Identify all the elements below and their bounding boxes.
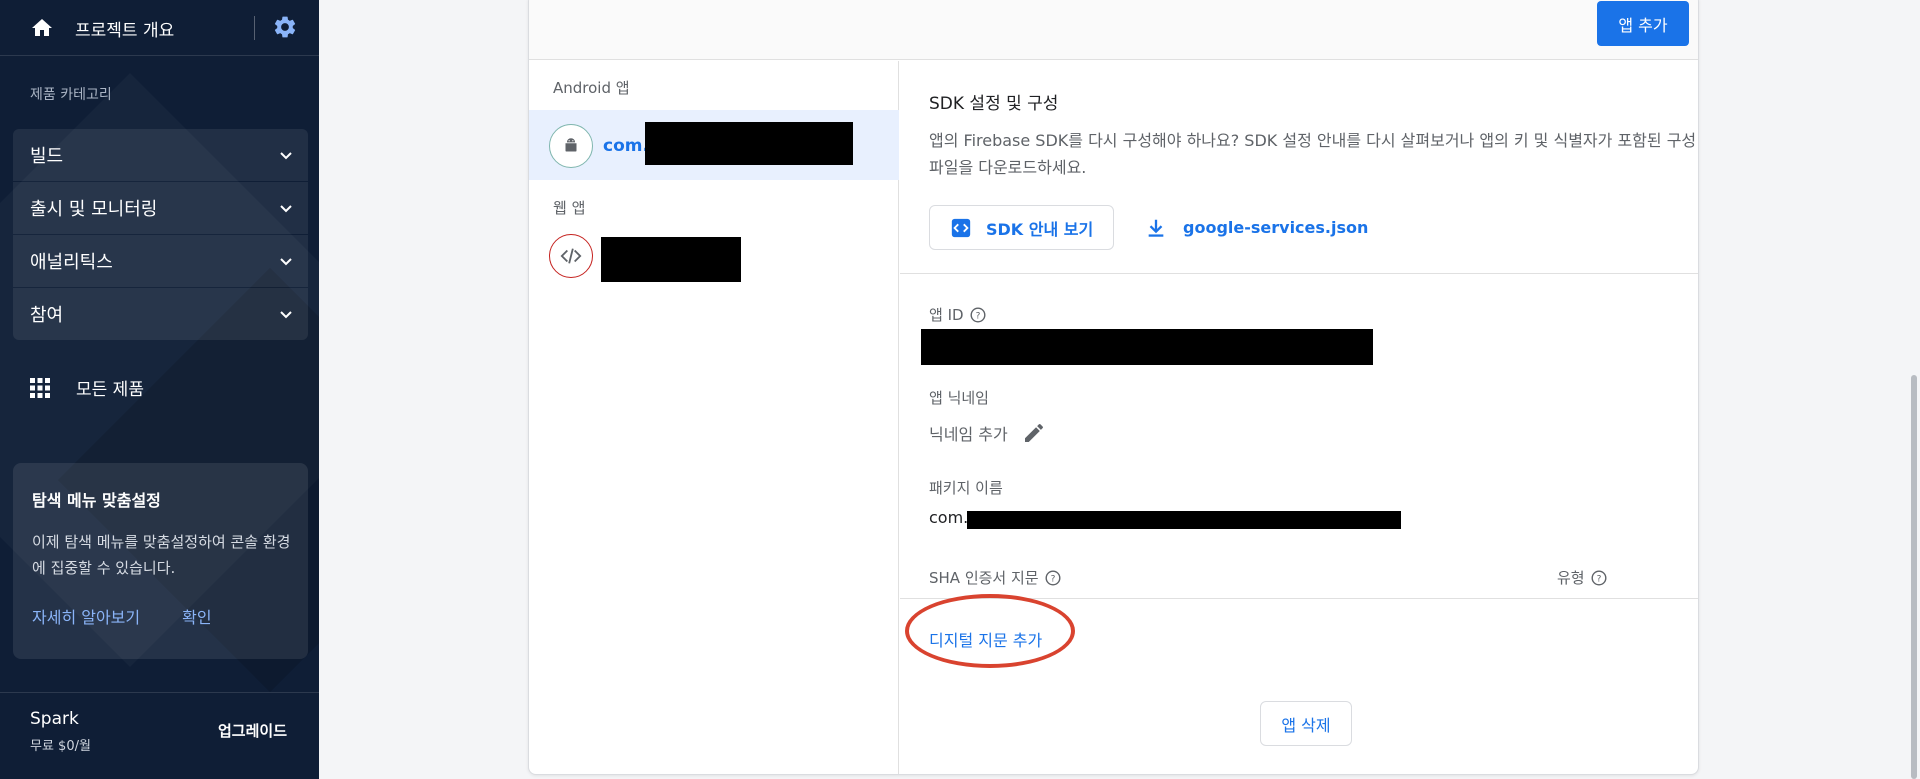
web-section-label: 웹 앱 [553,199,586,217]
redacted-block [601,237,741,282]
nav-item-label: 빌드 [30,146,64,167]
redacted-package [967,511,1401,529]
svg-text:?: ? [1050,574,1055,584]
all-products-link[interactable]: 모든 제품 [28,375,144,400]
app-details: SDK 설정 및 구성 앱의 Firebase SDK를 다시 구성해야 하나요… [900,61,1698,774]
type-label-text: 유형 [1557,569,1585,587]
redacted-app-id [921,329,1373,365]
category-label: 제품 카테고리 [30,87,112,103]
sha-label-text: SHA 인증서 지문 [929,569,1039,587]
nav-item-label: 참여 [30,305,64,326]
app-settings-card: 앱 추가 Android 앱 com.a 웹 앱 SDK 설정 및 구성 앱의 … [528,0,1699,775]
code-icon [951,218,971,237]
promo-text: 이제 탐색 메뉴를 맞춤설정하여 콘솔 환경에 집중할 수 있습니다. [32,533,291,577]
sidebar-topbar: 프로젝트 개요 [0,0,319,56]
card-header: 앱 추가 [529,0,1698,60]
android-section-label: Android 앱 [553,79,630,97]
plan-footer: Spark 무료 $0/월 업그레이드 [0,692,319,779]
promo-title: 탐색 메뉴 맞춤설정 [32,491,161,510]
pencil-icon[interactable] [1022,421,1046,445]
svg-text:?: ? [975,311,980,321]
nickname-label: 앱 닉네임 [929,389,989,407]
add-app-button[interactable]: 앱 추가 [1597,1,1689,46]
project-overview-link[interactable]: 프로젝트 개요 [75,16,174,41]
android-robot-icon [565,138,577,152]
download-icon [1148,219,1164,237]
sdk-guide-button[interactable]: SDK 안내 보기 [929,205,1114,250]
highlight-ellipse [905,594,1075,668]
nickname-value: 닉네임 추가 [929,425,1008,444]
upgrade-button[interactable]: 업그레이드 [218,720,287,741]
download-config-link[interactable]: google-services.json [1145,205,1368,250]
learn-more-link[interactable]: 자세히 알아보기 [32,604,140,628]
plan-price: 무료 $0/월 [30,739,91,754]
nav-item-release[interactable]: 출시 및 모니터링 [13,182,308,234]
app-id-label-text: 앱 ID [929,306,964,324]
app-id-label: 앱 ID ? [929,304,986,325]
web-app-icon[interactable] [549,234,593,278]
android-app-item[interactable]: com.a [529,110,899,180]
download-config-label: google-services.json [1183,218,1369,237]
package-value: com. [929,508,969,527]
promo-links: 자세히 알아보기 확인 [32,604,212,628]
sha-label: SHA 인증서 지문 ? [929,567,1061,588]
apps-grid-icon [30,377,50,398]
redacted-block [645,122,853,165]
all-products-label: 모든 제품 [76,380,144,400]
home-icon[interactable] [30,16,54,40]
confirm-link[interactable]: 확인 [182,604,211,628]
help-icon[interactable]: ? [1045,569,1061,586]
gear-icon[interactable] [272,14,298,40]
sdk-description: 앱의 Firebase SDK를 다시 구성해야 하나요? SDK 설정 안내를… [929,131,1697,177]
code-icon [560,248,582,264]
svg-text:?: ? [1596,574,1601,584]
app-list: Android 앱 com.a 웹 앱 [529,61,899,774]
divider [254,16,255,40]
nav-customize-card: 탐색 메뉴 맞춤설정 이제 탐색 메뉴를 맞춤설정하여 콘솔 환경에 집중할 수… [13,463,308,659]
nav-item-analytics[interactable]: 애널리틱스 [13,235,308,287]
delete-app-button[interactable]: 앱 삭제 [1260,701,1352,746]
scrollbar[interactable] [1911,375,1917,779]
chevron-down-icon [280,205,292,213]
chevron-down-icon [280,311,292,319]
nav-item-build[interactable]: 빌드 [13,129,308,181]
android-icon [549,124,593,168]
sidebar: 프로젝트 개요 제품 카테고리 빌드 출시 및 모니터링 애널리틱스 참여 모든… [0,0,319,779]
chevron-down-icon [280,152,292,160]
chevron-down-icon [280,258,292,266]
type-label: 유형 ? [1557,567,1607,588]
nav-group: 빌드 출시 및 모니터링 애널리틱스 참여 [13,129,308,342]
nav-item-label: 출시 및 모니터링 [30,199,158,220]
help-icon[interactable]: ? [1591,569,1607,586]
help-icon[interactable]: ? [970,306,986,323]
sdk-section-title: SDK 설정 및 구성 [929,94,1059,114]
plan-name: Spark [30,709,79,729]
sdk-guide-label: SDK 안내 보기 [986,219,1094,239]
nav-item-label: 애널리틱스 [30,252,113,273]
divider [900,273,1698,274]
package-label: 패키지 이름 [929,479,1003,497]
nav-item-engage[interactable]: 참여 [13,288,308,340]
nickname-field[interactable]: 닉네임 추가 [929,421,1046,445]
